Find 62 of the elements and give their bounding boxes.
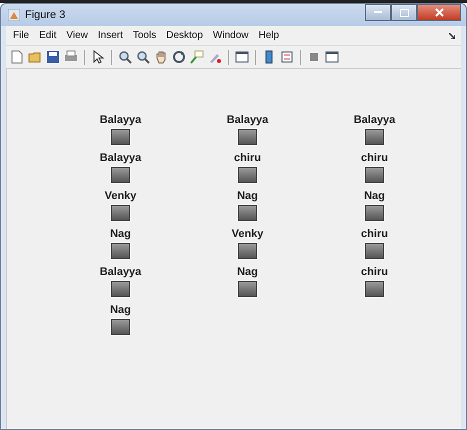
photo-placeholder xyxy=(238,243,257,259)
image-title: chiru xyxy=(361,228,388,241)
menu-item[interactable]: Help xyxy=(256,30,286,41)
image-title: Nag xyxy=(364,190,385,203)
maximize-button[interactable] xyxy=(391,4,417,21)
minimize-icon xyxy=(374,11,382,14)
new-file-icon[interactable] xyxy=(10,50,24,64)
rotate-icon[interactable] xyxy=(172,50,186,64)
image-title: chiru xyxy=(361,152,388,165)
zoom-out-icon[interactable] xyxy=(136,50,150,64)
legend-icon[interactable] xyxy=(280,50,294,64)
menu-item[interactable]: Insert xyxy=(94,30,130,41)
photo-placeholder xyxy=(238,281,257,297)
image-title: Balayya xyxy=(354,114,396,127)
image-title: chiru xyxy=(234,152,261,165)
open-folder-icon[interactable] xyxy=(28,50,42,64)
image-title: Balayya xyxy=(100,114,142,127)
photo-placeholder xyxy=(365,129,384,145)
print-icon[interactable] xyxy=(64,50,78,64)
image-title: chiru xyxy=(361,266,388,279)
pan-hand-icon[interactable] xyxy=(154,50,168,64)
minimize-button[interactable] xyxy=(365,4,391,21)
photo-placeholder xyxy=(111,319,130,335)
image-title: Nag xyxy=(110,228,131,241)
menu-item[interactable]: Tools xyxy=(130,30,164,41)
menu-item[interactable]: File xyxy=(10,30,36,41)
zoom-in-icon[interactable] xyxy=(118,50,132,64)
photo-placeholder xyxy=(238,205,257,221)
image-title: Nag xyxy=(237,266,258,279)
figure-icon xyxy=(8,9,20,21)
image-title: Balayya xyxy=(226,114,268,127)
photo-placeholder xyxy=(365,281,384,297)
maximize-icon xyxy=(400,8,408,16)
menu-item[interactable]: Desktop xyxy=(163,30,210,41)
save-icon[interactable] xyxy=(46,50,60,64)
photo-placeholder xyxy=(365,243,384,259)
image-title: Balayya xyxy=(100,266,142,279)
window-title: Figure 3 xyxy=(25,9,66,21)
image-title: Balayya xyxy=(100,152,142,165)
menu-item[interactable]: View xyxy=(63,30,95,41)
data-cursor-icon[interactable] xyxy=(190,50,204,64)
show-tools-icon[interactable] xyxy=(325,50,339,64)
pointer-icon[interactable] xyxy=(91,50,105,64)
dock-arrow-icon[interactable] xyxy=(449,32,455,38)
photo-placeholder xyxy=(111,167,130,183)
photo-placeholder xyxy=(111,205,130,221)
photo-placeholder xyxy=(111,243,130,259)
image-title: Nag xyxy=(237,190,258,203)
photo-placeholder xyxy=(238,167,257,183)
photo-placeholder xyxy=(111,281,130,297)
menu-item[interactable]: Edit xyxy=(36,30,64,41)
close-button[interactable] xyxy=(417,4,461,21)
link-plot-icon[interactable] xyxy=(235,50,249,64)
photo-placeholder xyxy=(365,167,384,183)
menu-item[interactable]: Window xyxy=(210,30,256,41)
image-title: Venky xyxy=(232,228,264,241)
image-title: Venky xyxy=(104,190,136,203)
photo-placeholder xyxy=(238,129,257,145)
photo-placeholder xyxy=(111,129,130,145)
photo-placeholder xyxy=(365,205,384,221)
image-title: Nag xyxy=(110,304,131,317)
close-icon xyxy=(434,8,444,17)
